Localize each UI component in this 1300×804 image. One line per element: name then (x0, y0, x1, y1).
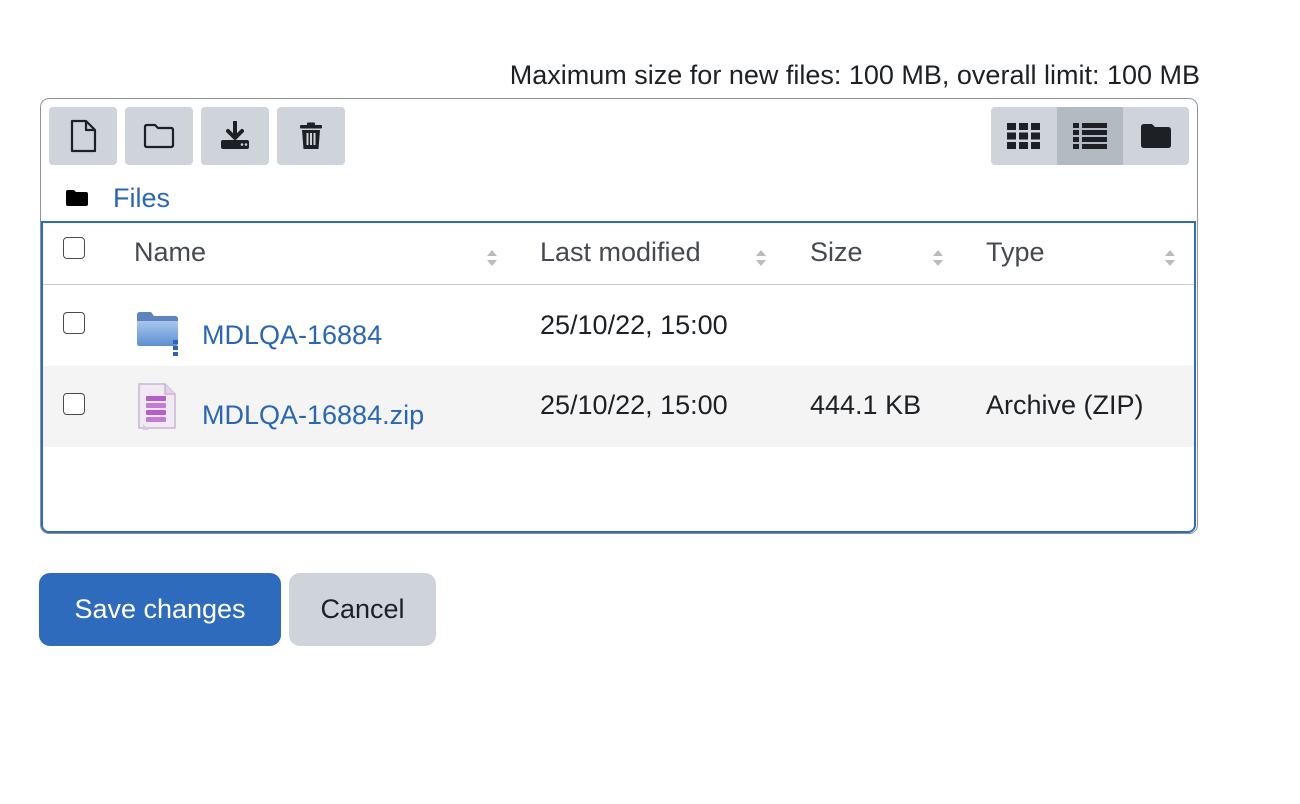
file-icon (70, 119, 97, 153)
sort-icon (933, 250, 943, 266)
file-modified: 25/10/22, 15:00 (540, 390, 728, 420)
grid-icon (1007, 123, 1040, 149)
row-checkbox[interactable] (63, 312, 85, 334)
file-manager: Files Name Last modified Size Type MDLQA… (40, 98, 1198, 534)
sort-icon (1165, 250, 1175, 266)
folder-filled-icon (66, 190, 88, 206)
max-size-info: Maximum size for new files: 100 MB, over… (509, 60, 1200, 90)
icons-view-button[interactable] (991, 107, 1057, 165)
file-size: 444.1 KB (810, 390, 922, 420)
sort-icon (487, 250, 497, 266)
create-folder-button[interactable] (125, 107, 193, 165)
cancel-button[interactable]: Cancel (289, 573, 436, 646)
folder-filled-icon (1141, 124, 1171, 148)
table-header: Name Last modified Size Type (43, 223, 1194, 285)
breadcrumb: Files (65, 183, 170, 213)
download-button[interactable] (201, 107, 269, 165)
sort-icon (756, 250, 766, 266)
folder-icon (137, 312, 178, 356)
file-name-link[interactable]: MDLQA-16884 (202, 318, 382, 352)
folder-icon (143, 123, 175, 149)
add-file-button[interactable] (49, 107, 117, 165)
file-modified: 25/10/22, 15:00 (540, 310, 728, 340)
trash-icon (300, 122, 322, 149)
column-header-name[interactable]: Name (134, 235, 206, 269)
file-name-link[interactable]: MDLQA-16884.zip (202, 398, 424, 432)
column-header-type[interactable]: Type (986, 235, 1045, 269)
view-toggle-group (991, 107, 1189, 165)
file-table: Name Last modified Size Type MDLQA-16884… (41, 221, 1196, 533)
list-icon (1073, 123, 1107, 149)
column-header-last-modified[interactable]: Last modified (540, 235, 701, 269)
table-row[interactable]: MDLQA-16884 25/10/22, 15:00 (43, 285, 1194, 366)
list-view-button[interactable] (1057, 107, 1123, 165)
table-row[interactable]: MDLQA-16884.zip 25/10/22, 15:00 444.1 KB… (43, 366, 1194, 447)
archive-icon (138, 383, 176, 430)
select-all-checkbox[interactable] (63, 237, 85, 259)
breadcrumb-files-link[interactable]: Files (113, 183, 170, 213)
column-header-size[interactable]: Size (810, 235, 863, 269)
save-changes-button[interactable]: Save changes (39, 573, 281, 646)
row-checkbox[interactable] (63, 393, 85, 415)
file-type: Archive (ZIP) (986, 390, 1144, 420)
delete-button[interactable] (277, 107, 345, 165)
tree-view-button[interactable] (1123, 107, 1189, 165)
download-icon (221, 121, 249, 149)
